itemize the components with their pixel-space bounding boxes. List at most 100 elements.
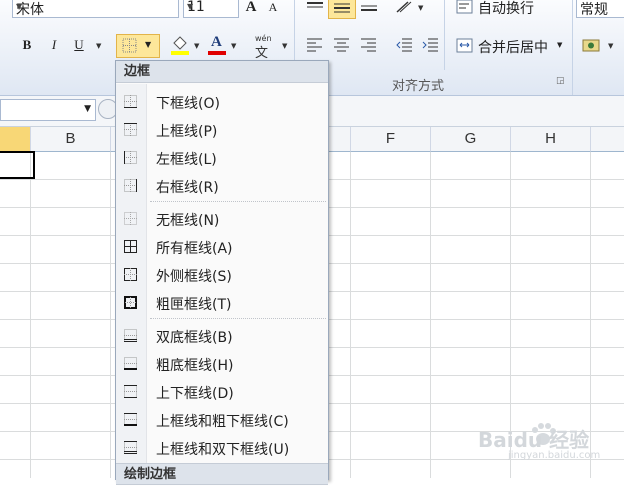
align-top-icon[interactable]: [304, 0, 326, 14]
column-header[interactable]: H: [511, 127, 591, 152]
align-middle-icon: [334, 3, 350, 13]
column-header[interactable]: B: [31, 127, 111, 152]
active-cell[interactable]: [0, 151, 35, 179]
shrink-font-button[interactable]: A: [262, 0, 284, 18]
right-border-icon: [124, 179, 137, 192]
align-right-icon[interactable]: [360, 37, 378, 53]
menu-item-no-border[interactable]: 无框线(N): [116, 206, 328, 232]
chevron-down-icon[interactable]: ▼: [608, 42, 613, 50]
number-format-combo[interactable]: 常规: [576, 0, 624, 18]
menu-item-label: 上框线和粗下框线(C): [156, 414, 289, 430]
menu-item-outside-borders[interactable]: 外侧框线(S): [116, 262, 328, 288]
chevron-down-icon[interactable]: ▼: [84, 104, 91, 114]
border-button[interactable]: ▼: [116, 34, 160, 58]
bottom-border-icon: [124, 95, 137, 108]
menu-item-label: 上框线和双下框线(U): [156, 442, 290, 458]
top-thick-bottom-border-icon: [124, 413, 137, 426]
menu-item-thick-bottom-border[interactable]: 粗底框线(H): [116, 351, 328, 377]
menu-item-thick-box-border[interactable]: 粗匣框线(T): [116, 290, 328, 316]
top-border-icon: [124, 123, 137, 136]
menu-section-header: 边框: [116, 61, 328, 83]
dialog-launcher-icon[interactable]: ◲: [556, 76, 565, 86]
chevron-down-icon[interactable]: ▼: [96, 42, 101, 50]
menu-item-label: 外侧框线(S): [156, 269, 232, 285]
menu-item-label: 粗底框线(H): [156, 358, 234, 374]
accounting-format-icon[interactable]: [582, 37, 604, 55]
top-double-bottom-border-icon: [124, 441, 137, 454]
menu-item-top-thick-bottom-border[interactable]: 上框线和粗下框线(C): [116, 407, 328, 433]
wrap-text-icon: [456, 0, 473, 14]
menu-item-bottom-border[interactable]: 下框线(O): [116, 89, 328, 115]
baidu-watermark: Baidu 经验 jingyan.baidu.com: [478, 418, 624, 468]
menu-item-top-border[interactable]: 上框线(P): [116, 117, 328, 143]
chevron-down-icon[interactable]: ▼: [187, 2, 235, 11]
menu-item-right-border[interactable]: 右框线(R): [116, 173, 328, 199]
font-color-swatch: [208, 51, 226, 55]
phonetic-button[interactable]: wén 文: [252, 32, 278, 61]
menu-separator: [150, 201, 326, 202]
orientation-icon[interactable]: [394, 0, 418, 14]
all-borders-icon: [124, 240, 137, 253]
bold-button[interactable]: B: [16, 34, 38, 56]
grow-font-button[interactable]: A: [240, 0, 262, 18]
column-header[interactable]: G: [431, 127, 511, 152]
decrease-indent-icon[interactable]: [396, 37, 414, 53]
watermark-url: jingyan.baidu.com: [508, 450, 601, 461]
wrap-text-label: 自动换行: [478, 1, 534, 17]
menu-item-top-double-bottom-border[interactable]: 上框线和双下框线(U): [116, 435, 328, 461]
thick-bottom-border-icon: [124, 357, 137, 370]
font-color-label: A: [211, 34, 222, 50]
menu-item-label: 所有框线(A): [156, 241, 233, 257]
menu-section-header: 绘制边框: [116, 463, 328, 485]
group-separator: [572, 0, 573, 95]
chevron-down-icon[interactable]: ▼: [145, 40, 151, 49]
menu-item-top-bottom-border[interactable]: 上下框线(D): [116, 379, 328, 405]
number-format-value: 常规: [580, 2, 608, 18]
merge-center-label: 合并后居中: [478, 40, 548, 56]
border-dropdown-menu: 边框 下框线(O) 上框线(P) 左框线(L) 右框线(R) 无框线(N) 所有…: [115, 60, 329, 485]
fill-color-icon[interactable]: [169, 34, 191, 56]
menu-separator: [150, 318, 326, 319]
menu-item-left-border[interactable]: 左框线(L): [116, 145, 328, 171]
wrap-text-button[interactable]: 自动换行: [456, 0, 566, 18]
thick-box-border-icon: [124, 296, 137, 309]
menu-item-label: 双底框线(B): [156, 330, 233, 346]
watermark-text: Baidu 经验: [478, 428, 590, 452]
chevron-down-icon[interactable]: ▼: [231, 42, 236, 50]
grid-line: [350, 152, 351, 478]
merge-center-icon: [456, 38, 473, 53]
align-center-icon[interactable]: [333, 37, 351, 53]
column-header-a[interactable]: [0, 127, 31, 152]
menu-item-bottom-double-border[interactable]: 双底框线(B): [116, 323, 328, 349]
menu-item-label: 上下框线(D): [156, 386, 234, 402]
merge-center-button[interactable]: 合并后居中 ▼: [456, 35, 568, 57]
grid-line: [30, 152, 31, 478]
column-header[interactable]: F: [351, 127, 431, 152]
left-border-icon: [124, 151, 137, 164]
top-bottom-border-icon: [124, 385, 137, 398]
chevron-down-icon[interactable]: ▼: [194, 42, 199, 50]
name-box[interactable]: ▼: [0, 99, 96, 121]
increase-indent-icon[interactable]: [422, 37, 440, 53]
chevron-down-icon[interactable]: ▼: [557, 41, 562, 49]
chevron-down-icon[interactable]: ▼: [16, 2, 175, 11]
phonetic-char: 文: [255, 46, 269, 61]
menu-item-label: 无框线(N): [156, 213, 220, 229]
menu-item-all-borders[interactable]: 所有框线(A): [116, 234, 328, 260]
align-left-icon[interactable]: [306, 37, 324, 53]
italic-button[interactable]: I: [43, 34, 65, 56]
align-bottom-icon[interactable]: [358, 0, 380, 14]
chevron-down-icon[interactable]: ▼: [418, 4, 423, 12]
menu-item-label: 粗匣框线(T): [156, 297, 232, 313]
chevron-down-icon[interactable]: ▼: [282, 42, 287, 50]
column-header[interactable]: [591, 127, 624, 152]
font-color-button[interactable]: A: [206, 34, 228, 56]
font-name-combo[interactable]: 宋体 ▼: [12, 0, 179, 18]
align-middle-button[interactable]: [328, 0, 356, 19]
menu-item-label: 下框线(O): [156, 96, 220, 112]
menu-item-label: 左框线(L): [156, 152, 217, 168]
menu-item-label: 右框线(R): [156, 180, 219, 196]
underline-button[interactable]: U: [68, 34, 90, 56]
outside-borders-icon: [124, 268, 137, 281]
font-size-combo[interactable]: 11 ▼: [183, 0, 239, 18]
